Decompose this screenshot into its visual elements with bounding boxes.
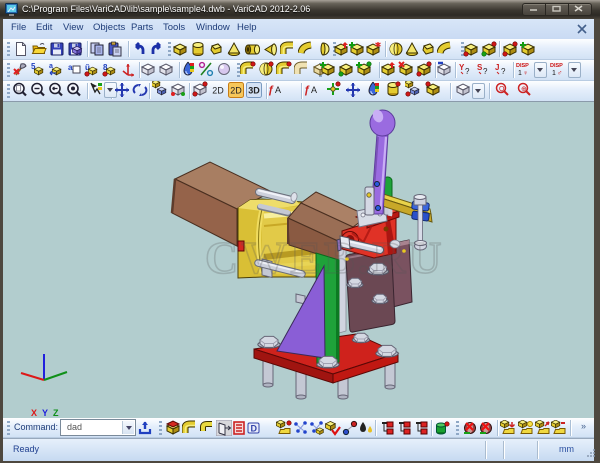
svg-text:?: ? <box>501 67 506 76</box>
svg-text:a: a <box>68 63 73 72</box>
svg-text:♀: ♀ <box>523 70 528 77</box>
svg-text:CWEB.RU: CWEB.RU <box>205 232 445 283</box>
svg-text:ƒ: ƒ <box>268 84 274 96</box>
svg-text:2D: 2D <box>212 86 224 96</box>
svg-text:1: 1 <box>518 70 522 77</box>
svg-text:A: A <box>275 85 281 95</box>
svg-text:2D: 2D <box>230 86 242 96</box>
svg-text:⊕: ⊕ <box>521 86 527 93</box>
svg-text:Z: Z <box>53 408 59 418</box>
svg-text:3D: 3D <box>248 86 260 96</box>
svg-text:J: J <box>495 63 499 72</box>
svg-text:A: A <box>311 85 317 95</box>
svg-text:DISP: DISP <box>550 63 563 69</box>
svg-text:1: 1 <box>552 70 556 77</box>
svg-text:DISP: DISP <box>516 63 529 69</box>
svg-text:Q: Q <box>499 86 505 93</box>
svg-text:?: ? <box>465 67 470 76</box>
svg-text:ƒ: ƒ <box>304 84 310 96</box>
svg-text:D: D <box>251 424 258 434</box>
svg-text:?: ? <box>483 67 488 76</box>
svg-text:♂: ♂ <box>557 70 562 77</box>
svg-text:X: X <box>31 408 37 418</box>
svg-text:Y: Y <box>42 408 48 418</box>
